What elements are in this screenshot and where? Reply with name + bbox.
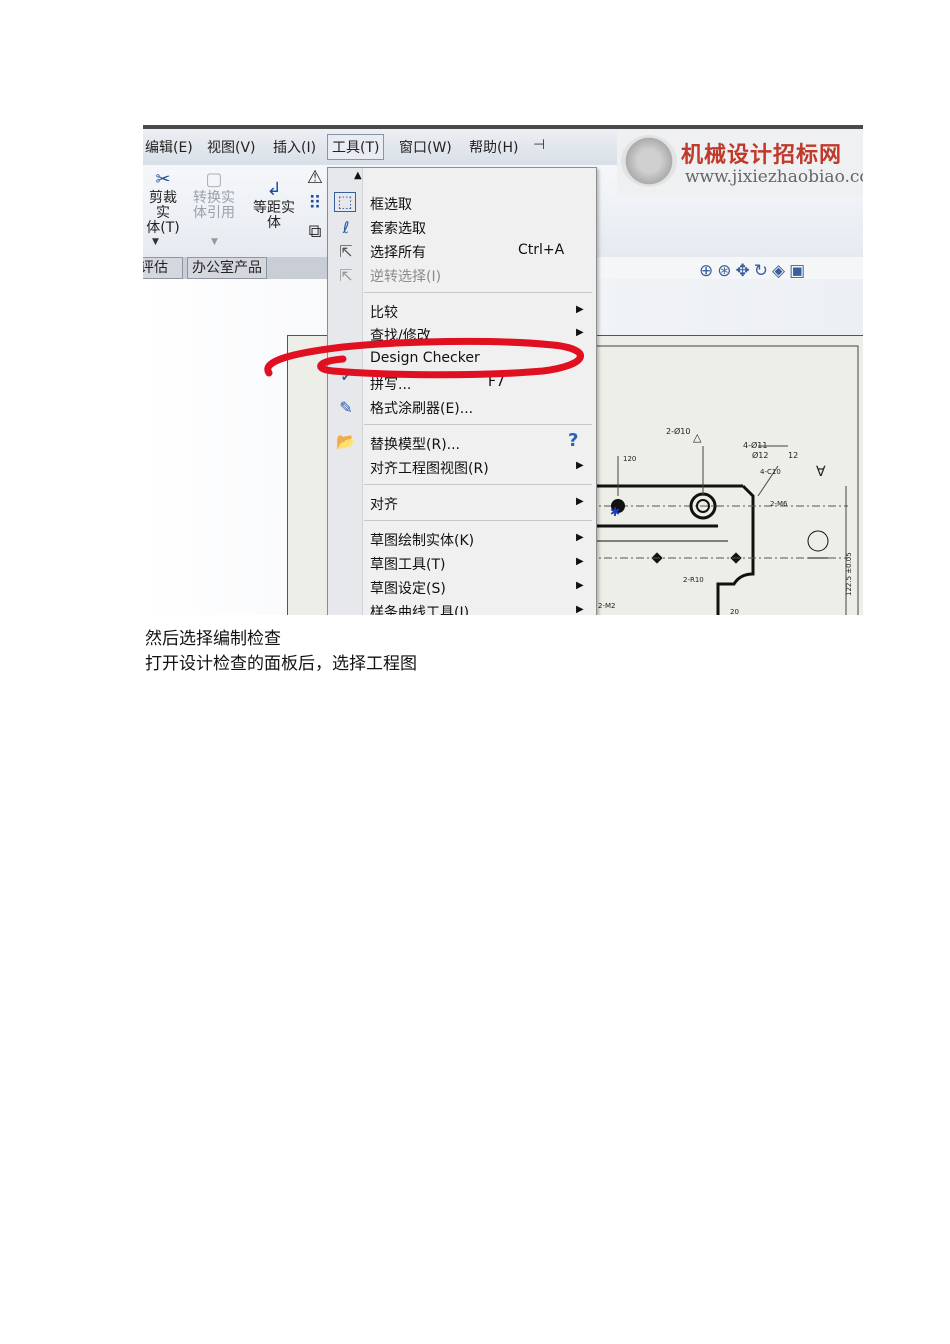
screenshot-frame: 编辑(E) 视图(V) 插入(I) 工具(T) 窗口(W) 帮助(H) ⊣ ✂ … [143, 125, 863, 615]
caption-line-2: 打开设计检查的面板后，选择工程图 [145, 654, 417, 674]
caption-line-1: 然后选择编制检查 [145, 629, 281, 649]
annotation-overlay [264, 337, 584, 379]
red-circle-annotation [264, 337, 584, 379]
